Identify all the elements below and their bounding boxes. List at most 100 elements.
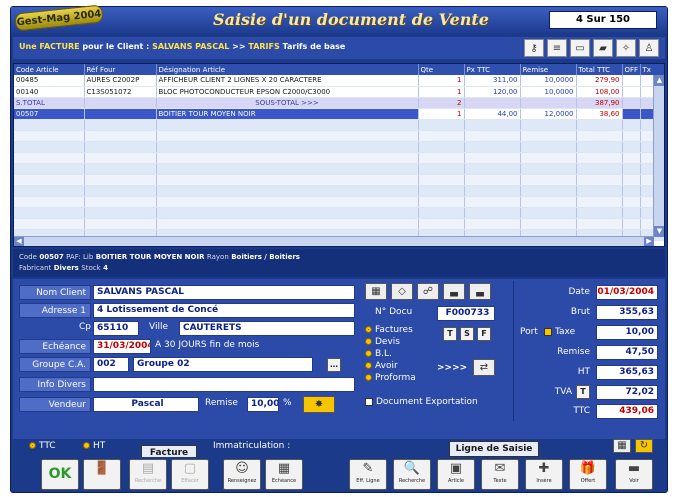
col-header-off[interactable]: OFF xyxy=(622,64,641,75)
empty-row[interactable] xyxy=(14,152,664,164)
cell-remise[interactable]: 10,0000 xyxy=(520,86,577,98)
doctype-factures-radio[interactable] xyxy=(365,326,372,333)
avoir-convert-icon[interactable]: ⇄ xyxy=(473,359,495,376)
col-header-remise[interactable]: Remise xyxy=(520,64,577,75)
cp-field[interactable]: 65110 xyxy=(93,321,139,336)
article-button[interactable]: ▣ Article xyxy=(437,459,475,490)
empty-row[interactable] xyxy=(14,141,664,153)
adresse-field[interactable]: 4 Lotissement de Concé xyxy=(93,303,355,318)
cell-off[interactable] xyxy=(622,75,641,87)
cell-designation[interactable]: BLOC PHOTOCONDUCTEUR EPSON C2000/C3000 xyxy=(156,86,419,98)
tva-code-button[interactable]: T xyxy=(576,385,590,399)
col-header-ref[interactable]: Réf Four xyxy=(84,64,157,75)
client-info-button[interactable]: ☺ Renseignez xyxy=(223,459,261,490)
scroll-right-icon[interactable]: ▶ xyxy=(644,237,654,246)
echeance-button[interactable]: ▦ Echéance xyxy=(265,459,303,490)
cell-px[interactable]: 44,00 xyxy=(464,108,521,120)
empty-row[interactable] xyxy=(14,174,664,186)
lightbulb-icon[interactable]: ✧ xyxy=(616,39,636,57)
doctype-proforma[interactable]: Proforma xyxy=(365,373,416,383)
cell-ref[interactable] xyxy=(84,108,157,120)
cell-qte[interactable]: 1 xyxy=(418,86,465,98)
empty-row[interactable] xyxy=(14,196,664,208)
cell-remise[interactable]: 12,0000 xyxy=(520,108,577,120)
search-client-button[interactable]: ▤ Recherche xyxy=(129,459,167,490)
cell-ref[interactable]: C13S051072 xyxy=(84,86,157,98)
delete-button[interactable]: ▢ Effacer xyxy=(171,459,209,490)
col-header-designation[interactable]: Désignation Article xyxy=(156,64,419,75)
table-row[interactable]: 00140 C13S051072 BLOC PHOTOCONDUCTEUR EP… xyxy=(14,86,664,98)
port-field[interactable]: 10,00 xyxy=(596,325,658,340)
ttc-radio[interactable] xyxy=(29,442,36,449)
taxe-check-icon[interactable] xyxy=(544,327,552,336)
cell-off[interactable] xyxy=(622,97,641,109)
person-icon[interactable]: ♙ xyxy=(639,39,659,57)
cell-designation[interactable]: SOUS-TOTAL >>> xyxy=(156,97,419,109)
subtotal-row[interactable]: S.TOTAL SOUS-TOTAL >>> 2 387,90 xyxy=(14,97,664,109)
doctype-devis-radio[interactable] xyxy=(365,338,372,345)
col-header-tx[interactable]: Tx xyxy=(640,64,664,75)
ndocu-field[interactable]: F000733 xyxy=(437,306,495,321)
info-divers-field[interactable] xyxy=(93,377,355,392)
tsf-s-button[interactable]: S xyxy=(460,327,474,341)
cell-px[interactable] xyxy=(464,97,521,109)
empty-row[interactable] xyxy=(14,119,664,131)
empty-row[interactable] xyxy=(14,218,664,230)
grid-horizontal-scrollbar[interactable]: ◀ ▶ xyxy=(14,236,654,246)
scroll-down-icon[interactable]: ▼ xyxy=(654,226,664,237)
ttc-mode[interactable]: TTC xyxy=(29,441,56,451)
date-field[interactable]: 01/03/2004 xyxy=(596,285,658,300)
cell-designation[interactable]: AFFICHEUR CLIENT 2 LIGNES X 20 CARACTERE xyxy=(156,75,419,87)
search-article-button[interactable]: 🔍 Recherche xyxy=(393,459,431,490)
cell-code[interactable]: 00507 xyxy=(14,108,85,120)
insert-button[interactable]: ✚ Insère xyxy=(525,459,563,490)
cell-off[interactable] xyxy=(622,108,641,120)
doctype-bl-radio[interactable] xyxy=(365,350,372,357)
empty-row[interactable] xyxy=(14,163,664,175)
car-icon[interactable]: ▃ xyxy=(443,283,465,300)
cell-qte[interactable]: 2 xyxy=(418,97,465,109)
remise-field[interactable]: 10,00 xyxy=(247,397,279,412)
doctype-bl[interactable]: B.L. xyxy=(365,349,392,359)
doctype-avoir-radio[interactable] xyxy=(365,362,372,369)
echeance-date-field[interactable]: 31/03/2004 xyxy=(93,339,151,354)
col-header-qte[interactable]: Qte xyxy=(418,64,465,75)
apply-discount-icon[interactable]: ✸ xyxy=(303,396,335,413)
grid-vertical-scrollbar[interactable]: ▲ ▼ xyxy=(653,75,664,237)
taxe-checkbox[interactable]: Taxe xyxy=(544,327,575,337)
doctype-proforma-radio[interactable] xyxy=(365,374,372,381)
history-icon[interactable]: ☍ xyxy=(417,283,439,300)
empty-row[interactable] xyxy=(14,185,664,197)
doctype-factures[interactable]: Factures xyxy=(365,325,413,335)
cell-ref[interactable] xyxy=(84,97,157,109)
col-header-px[interactable]: Px TTC xyxy=(464,64,521,75)
tab-ligne-saisie[interactable]: Ligne de Saisie xyxy=(449,441,539,457)
cell-code[interactable]: 00140 xyxy=(14,86,85,98)
exit-button[interactable]: 🚪 xyxy=(83,459,121,490)
cell-remise[interactable] xyxy=(520,97,577,109)
empty-row[interactable] xyxy=(14,130,664,142)
table-row[interactable]: 00485 AURES C2002P AFFICHEUR CLIENT 2 LI… xyxy=(14,75,664,87)
refresh-icon[interactable]: ↻ xyxy=(635,439,653,453)
diamond-icon[interactable]: ◇ xyxy=(391,283,413,300)
client-card-icon[interactable]: ▦ xyxy=(365,283,387,300)
offer-button[interactable]: 🎁 Offert xyxy=(569,459,607,490)
cell-total[interactable]: 387,90 xyxy=(576,97,623,109)
tsf-t-button[interactable]: T xyxy=(443,327,457,341)
tsf-f-button[interactable]: F xyxy=(477,327,491,341)
view-button[interactable]: ▬ Voir xyxy=(615,459,653,490)
cell-designation[interactable]: BOITIER TOUR MOYEN NOIR xyxy=(156,108,419,120)
cell-code[interactable]: 00485 xyxy=(14,75,85,87)
list-icon[interactable]: ≡ xyxy=(547,39,567,57)
ht-mode[interactable]: HT xyxy=(83,441,105,451)
groupe-lookup-button[interactable]: … xyxy=(327,358,341,372)
scroll-up-icon[interactable]: ▲ xyxy=(654,75,664,86)
col-header-code[interactable]: Code Article xyxy=(14,64,85,75)
cell-total[interactable]: 38,60 xyxy=(576,108,623,120)
scroll-left-icon[interactable]: ◀ xyxy=(14,237,24,246)
folder-icon[interactable]: ▰ xyxy=(593,39,613,57)
ht-radio[interactable] xyxy=(83,442,90,449)
grid-view-icon[interactable]: ▦ xyxy=(613,439,631,453)
cell-code[interactable]: S.TOTAL xyxy=(14,97,85,109)
cell-ref[interactable]: AURES C2002P xyxy=(84,75,157,87)
